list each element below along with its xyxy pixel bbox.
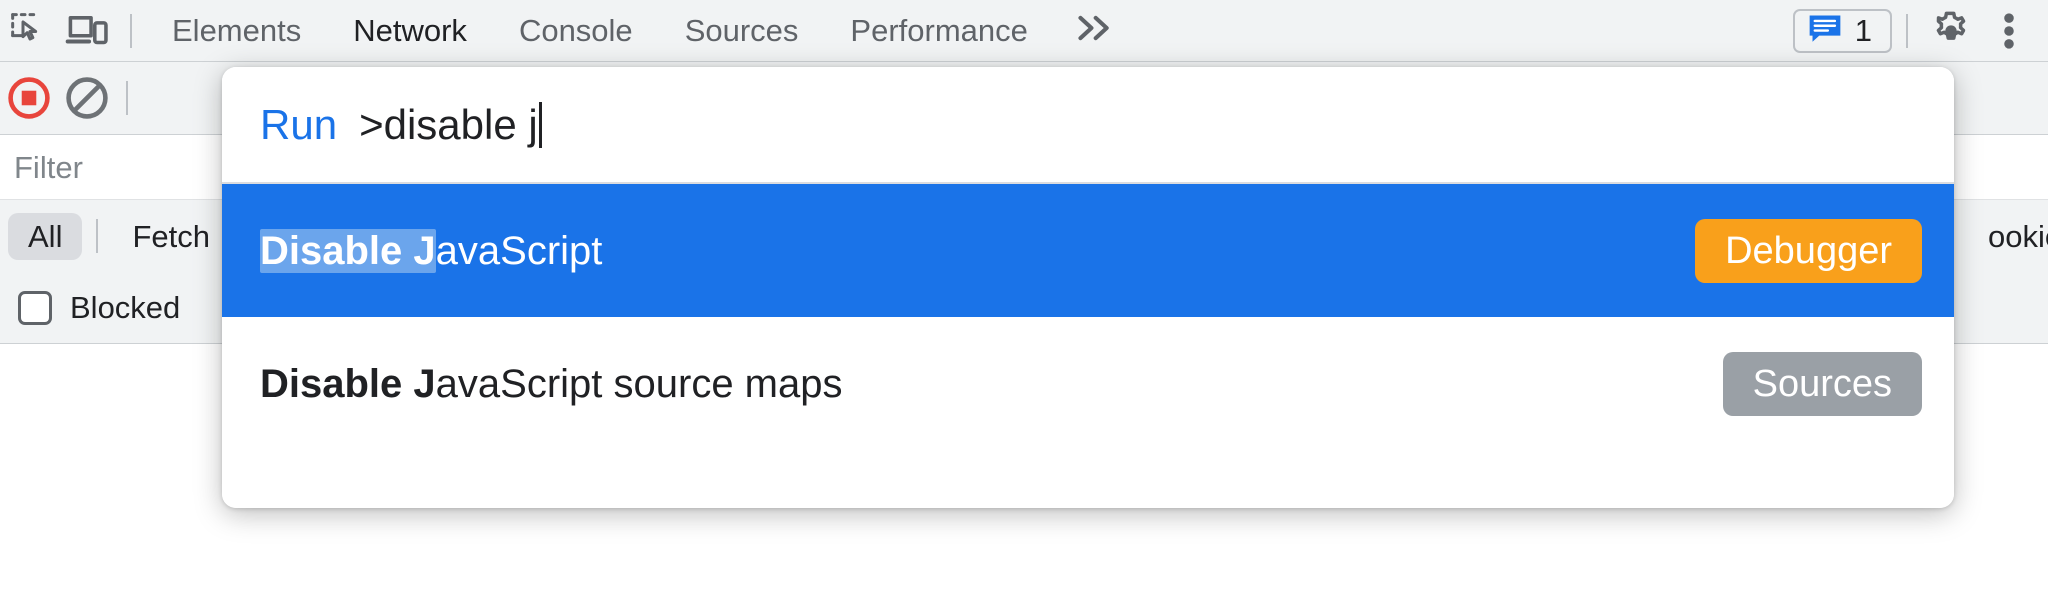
result-rest-text-1: avaScript source maps <box>435 361 843 406</box>
toolbar-right-group: 1 <box>1792 5 2048 57</box>
settings-button[interactable] <box>1922 5 1980 57</box>
tab-sources[interactable]: Sources <box>659 0 825 62</box>
command-palette-result-badge-1: Sources <box>1722 351 1922 416</box>
more-tabs-button[interactable] <box>1054 11 1138 50</box>
more-options-button[interactable] <box>1980 5 2038 57</box>
command-palette-query: >disable j <box>359 100 538 148</box>
tab-network[interactable]: Network <box>327 0 493 62</box>
command-palette: Run >disable j Disable JavaScript Debugg… <box>222 67 1954 508</box>
chevron-double-right-icon <box>1072 11 1116 50</box>
resource-type-all[interactable]: All <box>8 212 83 260</box>
command-palette-run-prefix: Run <box>260 100 338 148</box>
command-palette-result-title-0: Disable JavaScript <box>260 228 603 273</box>
devtools-window: Elements Network Console Sources Perform… <box>0 0 2048 593</box>
clear-network-log-button[interactable] <box>58 72 116 124</box>
inspect-element-button[interactable] <box>0 5 58 57</box>
tab-console[interactable]: Console <box>493 0 659 62</box>
command-palette-result-badge-0: Debugger <box>1695 218 1922 283</box>
tab-performance[interactable]: Performance <box>824 0 1053 62</box>
command-palette-result-item-1[interactable]: Disable JavaScript source maps Sources <box>222 317 1954 450</box>
command-palette-footer <box>222 450 1954 508</box>
text-cursor <box>538 101 542 148</box>
command-palette-input-row[interactable]: Run >disable j <box>222 67 1954 184</box>
panel-tab-strip: Elements Network Console Sources Perform… <box>146 0 1138 62</box>
gear-icon <box>1929 9 1973 53</box>
console-message-count: 1 <box>1854 13 1872 48</box>
console-message-icon <box>1807 12 1843 49</box>
console-message-counter[interactable]: 1 <box>1792 8 1892 53</box>
three-dot-menu-icon <box>2000 9 2018 53</box>
result-rest-text-0: avaScript <box>435 228 603 273</box>
device-toolbar-button[interactable] <box>58 5 116 57</box>
command-palette-result-item-0[interactable]: Disable JavaScript Debugger <box>222 184 1954 317</box>
resource-type-cookies-clipped[interactable]: ookie <box>1988 200 2048 272</box>
devtools-main-toolbar: Elements Network Console Sources Perform… <box>0 0 2048 62</box>
resource-type-cookies-label: ookie <box>1988 218 2048 254</box>
record-network-log-button[interactable] <box>0 72 58 124</box>
toolbar-divider <box>130 13 132 48</box>
result-match-text-0: Disable J <box>260 228 436 273</box>
toolbar-divider-right <box>1906 13 1908 48</box>
resource-type-divider <box>96 219 99 253</box>
record-stop-icon <box>6 75 52 121</box>
command-palette-result-title-1: Disable JavaScript source maps <box>260 364 843 404</box>
network-toolbar-divider <box>126 81 128 115</box>
clear-network-log-icon <box>64 75 110 121</box>
blocked-requests-checkbox[interactable] <box>18 290 52 325</box>
device-toolbar-icon <box>65 11 109 51</box>
blocked-requests-label: Blocked <box>70 290 181 325</box>
resource-type-fetch[interactable]: Fetch <box>112 213 230 260</box>
inspect-element-icon <box>9 11 49 51</box>
tab-elements[interactable]: Elements <box>146 0 327 62</box>
result-match-text-1: Disable J <box>260 361 436 406</box>
filter-input[interactable]: Filter <box>0 152 83 183</box>
